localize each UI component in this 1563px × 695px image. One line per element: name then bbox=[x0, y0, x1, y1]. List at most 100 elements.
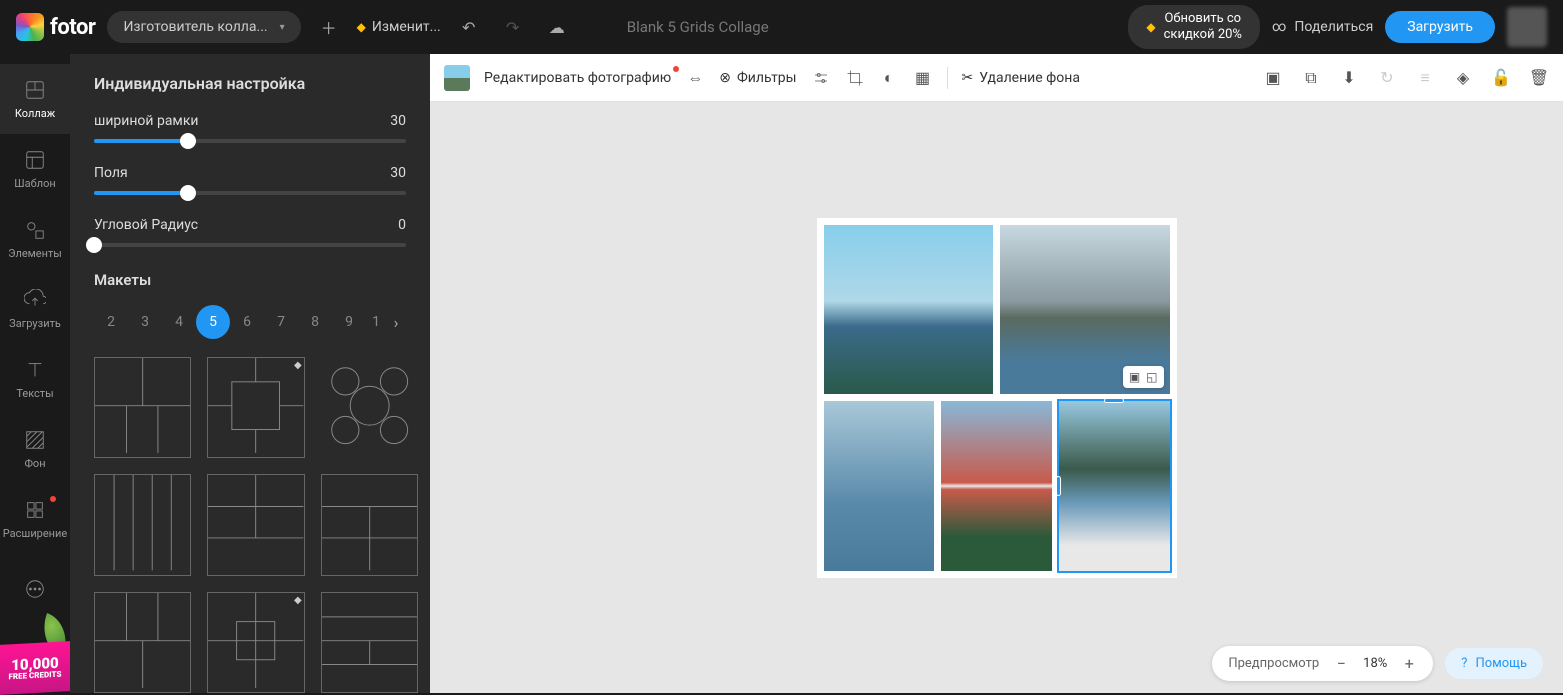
preview-button[interactable]: Предпросмотр bbox=[1228, 656, 1319, 671]
canvas-content[interactable]: ▣ ◱ bbox=[430, 102, 1563, 693]
layout-tab-8[interactable]: 8 bbox=[298, 305, 332, 339]
layout-tab-10[interactable]: 1 bbox=[366, 305, 386, 339]
layers-icon[interactable]: ◈ bbox=[1453, 68, 1473, 88]
text-icon bbox=[24, 359, 46, 381]
layout-tab-4[interactable]: 4 bbox=[162, 305, 196, 339]
redo-button[interactable]: ↷ bbox=[497, 11, 529, 43]
lock-icon[interactable]: 🔓 bbox=[1491, 68, 1511, 88]
zoom-in-button[interactable]: + bbox=[1401, 654, 1417, 673]
zoom-value[interactable]: 18% bbox=[1363, 656, 1387, 671]
download-button[interactable]: Загрузить bbox=[1385, 11, 1495, 43]
layout-option[interactable]: ◆ bbox=[207, 592, 304, 693]
logo-text: fotor bbox=[50, 15, 95, 40]
layout-tabs-next[interactable]: › bbox=[386, 313, 406, 332]
remove-bg-button[interactable]: ✂Удаление фона bbox=[962, 70, 1080, 86]
diamond-icon: ◆ bbox=[1146, 20, 1155, 34]
slider-corner-radius: Угловой Радиус 0 bbox=[94, 217, 406, 247]
nav-template[interactable]: Шаблон bbox=[0, 134, 70, 204]
layout-option[interactable] bbox=[321, 474, 418, 575]
resize-handle-top[interactable] bbox=[1104, 398, 1124, 403]
nav-label: Тексты bbox=[16, 387, 53, 400]
layout-option[interactable] bbox=[207, 474, 304, 575]
layout-tab-9[interactable]: 9 bbox=[332, 305, 366, 339]
side-panel: Индивидуальная настройка шириной рамки 3… bbox=[70, 54, 430, 693]
edit-photo-button[interactable]: Редактировать фотографию bbox=[484, 70, 671, 86]
slider-track[interactable] bbox=[94, 139, 406, 143]
layout-option[interactable] bbox=[321, 592, 418, 693]
cell-toolbar: ▣ ◱ bbox=[1123, 366, 1164, 388]
copy-icon[interactable]: ⧉ bbox=[1301, 68, 1321, 88]
layout-option[interactable] bbox=[321, 357, 418, 458]
collage-canvas[interactable]: ▣ ◱ bbox=[817, 218, 1177, 578]
collage-cell-4[interactable] bbox=[941, 401, 1052, 571]
elements-icon bbox=[24, 219, 46, 241]
nav-background[interactable]: Фон bbox=[0, 414, 70, 484]
image-icon[interactable]: ▣ bbox=[1263, 68, 1283, 88]
layout-tab-6[interactable]: 6 bbox=[230, 305, 264, 339]
effects-icon[interactable]: ◐ bbox=[879, 68, 899, 88]
filters-button[interactable]: ⊗Фильтры bbox=[719, 70, 796, 86]
adjust-icon[interactable] bbox=[811, 68, 831, 88]
zoom-out-button[interactable]: − bbox=[1333, 654, 1349, 673]
collage-cell-1[interactable] bbox=[824, 225, 994, 395]
slider-thumb[interactable] bbox=[180, 133, 196, 149]
selected-thumbnail[interactable] bbox=[444, 65, 470, 91]
canvas-toolbar: Редактировать фотографию ⇔ ⊗Фильтры ◐ ▦ … bbox=[430, 54, 1563, 102]
layout-option[interactable]: ◆ bbox=[207, 357, 304, 458]
nav-more[interactable] bbox=[0, 554, 70, 624]
upgrade-button[interactable]: ◆ Обновить соскидкой 20% bbox=[1128, 5, 1260, 48]
slider-margin: Поля 30 bbox=[94, 165, 406, 195]
collage-cell-5[interactable] bbox=[1059, 401, 1170, 571]
document-title[interactable]: Blank 5 Grids Collage bbox=[627, 18, 769, 36]
mode-selector[interactable]: Изготовитель колла... ▾ bbox=[107, 11, 300, 43]
promo-area: 10,000 FREE CREDITS bbox=[0, 643, 70, 693]
delete-icon[interactable]: 🗑 bbox=[1529, 68, 1549, 88]
nav-upload[interactable]: Загрузить bbox=[0, 274, 70, 344]
logo[interactable]: fotor bbox=[16, 13, 95, 41]
layout-tab-5[interactable]: 5 bbox=[196, 305, 230, 339]
slider-thumb[interactable] bbox=[180, 185, 196, 201]
collage-cell-3[interactable] bbox=[824, 401, 935, 571]
nav-elements[interactable]: Элементы bbox=[0, 204, 70, 274]
nav-text[interactable]: Тексты bbox=[0, 344, 70, 414]
layout-tab-7[interactable]: 7 bbox=[264, 305, 298, 339]
slider-track[interactable] bbox=[94, 243, 406, 247]
credits-badge[interactable]: 10,000 FREE CREDITS bbox=[0, 641, 70, 695]
resize-handle-left[interactable] bbox=[1056, 476, 1061, 496]
layout-option[interactable] bbox=[94, 474, 191, 575]
user-avatar[interactable] bbox=[1507, 7, 1547, 47]
premium-resize-button[interactable]: ◆ Изменит... bbox=[357, 19, 441, 35]
download-icon[interactable]: ⬇ bbox=[1339, 68, 1359, 88]
chevron-down-icon: ▾ bbox=[280, 22, 285, 33]
replace-image-icon[interactable]: ▣ bbox=[1129, 370, 1140, 384]
crop-cell-icon[interactable]: ◱ bbox=[1146, 370, 1157, 384]
align-icon[interactable]: ≡ bbox=[1415, 68, 1435, 88]
layout-grid: ◆ ◆ bbox=[94, 357, 406, 681]
slider-track[interactable] bbox=[94, 191, 406, 195]
help-button[interactable]: ? Помощь bbox=[1445, 648, 1543, 679]
fit-icon[interactable]: ⇔ bbox=[685, 68, 705, 88]
slider-thumb[interactable] bbox=[86, 237, 102, 253]
panel-title: Индивидуальная настройка bbox=[94, 74, 406, 93]
layout-tab-3[interactable]: 3 bbox=[128, 305, 162, 339]
logo-icon bbox=[16, 13, 44, 41]
nav-collage[interactable]: Коллаж bbox=[0, 64, 70, 134]
help-icon: ? bbox=[1461, 656, 1467, 671]
redo-icon[interactable]: ↻ bbox=[1377, 68, 1397, 88]
collage-cell-2[interactable]: ▣ ◱ bbox=[1000, 225, 1170, 395]
new-button[interactable]: ＋ bbox=[313, 11, 345, 43]
nav-extension[interactable]: Расширение bbox=[0, 484, 70, 554]
help-label: Помощь bbox=[1475, 656, 1527, 671]
mosaic-icon[interactable]: ▦ bbox=[913, 68, 933, 88]
layout-option[interactable] bbox=[94, 357, 191, 458]
nav-label: Загрузить bbox=[9, 317, 61, 330]
nav-label: Коллаж bbox=[15, 107, 55, 120]
undo-button[interactable]: ↶ bbox=[453, 11, 485, 43]
layout-tab-2[interactable]: 2 bbox=[94, 305, 128, 339]
premium-badge-icon: ◆ bbox=[294, 360, 302, 371]
share-button[interactable]: ∞ Поделиться bbox=[1272, 19, 1373, 35]
crop-icon[interactable] bbox=[845, 68, 865, 88]
slider-value: 30 bbox=[390, 113, 406, 129]
layout-option[interactable] bbox=[94, 592, 191, 693]
cloud-sync-button[interactable]: ☁ bbox=[541, 11, 573, 43]
